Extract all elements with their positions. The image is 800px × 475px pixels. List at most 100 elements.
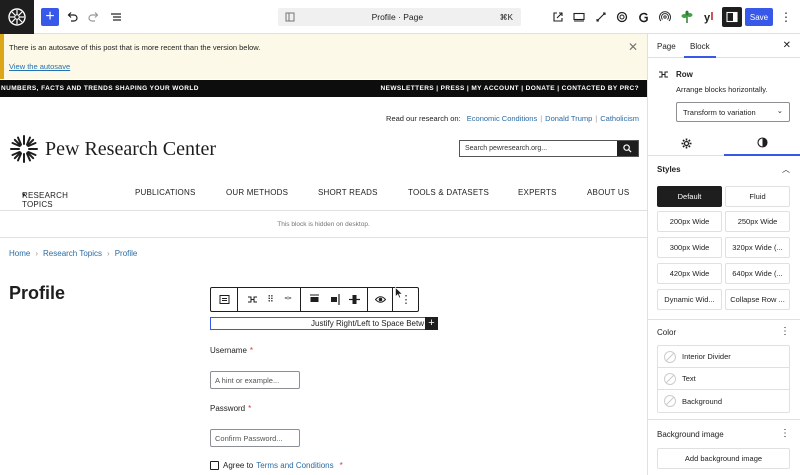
- style-250px-wide[interactable]: 250px Wide: [725, 211, 790, 232]
- breadcrumb-profile[interactable]: Profile: [115, 249, 138, 258]
- block-visibility-button[interactable]: [369, 288, 391, 311]
- nav-item-short-reads[interactable]: SHORT READS: [318, 188, 378, 197]
- settings-sidebar-toggle[interactable]: [722, 7, 742, 27]
- svg-text:y: y: [704, 12, 711, 24]
- style-640px-wide[interactable]: 640px Wide (...: [725, 263, 790, 284]
- block-inserter-button[interactable]: +: [41, 8, 59, 26]
- redo-button[interactable]: [84, 7, 104, 27]
- dismiss-notice-icon[interactable]: ✕: [628, 40, 638, 54]
- view-autosave-link[interactable]: View the autosave: [9, 62, 70, 71]
- save-button[interactable]: Save: [745, 8, 773, 26]
- zoom-out-button[interactable]: [591, 7, 611, 27]
- style-200px-wide[interactable]: 200px Wide: [657, 211, 722, 232]
- breadcrumb-research-topics[interactable]: Research Topics: [43, 249, 102, 258]
- add-background-image-button[interactable]: Add background image: [657, 448, 790, 469]
- password-label: Password *: [210, 404, 251, 413]
- styles-panel-title[interactable]: Styles: [657, 165, 681, 174]
- style-dynamic-width[interactable]: Dynamic Wid...: [657, 289, 722, 310]
- row-icon: [658, 69, 669, 82]
- list-view-icon: [111, 13, 121, 21]
- shortcut-hint: ⌘K: [499, 12, 513, 22]
- chevron-right-icon: ›: [35, 249, 39, 258]
- options-menu-button[interactable]: ⋮: [776, 7, 796, 27]
- plugin-jetpack-button[interactable]: [677, 7, 697, 27]
- empty-swatch-icon: [664, 350, 676, 363]
- yoast-seo-button[interactable]: y: [699, 7, 719, 27]
- site-search[interactable]: Search pewresearch.org...: [459, 140, 639, 157]
- color-item-text[interactable]: Text: [658, 368, 789, 390]
- more-vertical-icon[interactable]: ⋮: [780, 326, 790, 337]
- terms-link[interactable]: Terms and Conditions: [256, 461, 333, 470]
- document-overview-button[interactable]: [106, 7, 126, 27]
- password-input[interactable]: Confirm Password...: [210, 429, 300, 447]
- block-description: Arrange blocks horizontally.: [676, 85, 768, 94]
- username-input[interactable]: A hint or example...: [210, 371, 300, 389]
- site-utility-links[interactable]: NEWSLETTERS | PRESS | MY ACCOUNT | DONAT…: [381, 85, 639, 92]
- eye-icon: [374, 296, 386, 303]
- justify-right-icon: [330, 294, 340, 305]
- caret-down-icon: ▾: [22, 192, 26, 199]
- plugin-broadcast-button[interactable]: [655, 7, 675, 27]
- plugin-block-editor-button[interactable]: [634, 7, 654, 27]
- site-search-button[interactable]: [617, 141, 638, 156]
- nav-item-our-methods[interactable]: OUR METHODS: [226, 188, 288, 197]
- sidebar-tabs: Page Block ✕: [648, 34, 800, 58]
- style-collapse-row[interactable]: Collapse Row ...: [725, 289, 790, 310]
- chevron-down-icon[interactable]: ﹀: [285, 298, 292, 305]
- style-420px-wide[interactable]: 420px Wide: [657, 263, 722, 284]
- parent-block-button[interactable]: [211, 288, 238, 311]
- nav-item-about-us[interactable]: ABOUT US: [587, 188, 629, 197]
- terms-checkbox-row: Agree to Terms and Conditions *: [210, 461, 343, 470]
- pew-research-logo[interactable]: Pew Research Center: [9, 134, 216, 164]
- more-vertical-icon[interactable]: ⋮: [780, 428, 790, 439]
- color-item-interior-divider[interactable]: Interior Divider: [658, 346, 789, 368]
- justify-right-button[interactable]: [324, 288, 344, 311]
- panel-divider: [648, 319, 800, 320]
- tab-styles[interactable]: [724, 130, 800, 156]
- selected-row-block[interactable]: Justify Right/Left to Space Betw +: [210, 317, 438, 330]
- close-sidebar-icon[interactable]: ✕: [783, 40, 791, 51]
- color-item-background[interactable]: Background: [658, 390, 789, 412]
- style-fluid[interactable]: Fluid: [725, 186, 790, 207]
- device-preview-button[interactable]: [569, 7, 589, 27]
- drag-handle-icon: ⠿: [267, 294, 274, 304]
- command-palette-button[interactable]: Profile · Page ⌘K: [278, 8, 521, 26]
- background-image-title: Background image: [657, 430, 724, 439]
- breadcrumb-home[interactable]: Home: [9, 249, 30, 258]
- nav-item-tools-datasets[interactable]: TOOLS & DATASETS: [408, 188, 489, 197]
- undo-button[interactable]: [62, 7, 82, 27]
- page-title[interactable]: Profile: [9, 283, 65, 304]
- topic-link-economic-conditions[interactable]: Economic Conditions: [467, 114, 537, 123]
- row-text[interactable]: Justify Right/Left to Space Betw: [311, 319, 424, 328]
- vertical-align-button[interactable]: [344, 288, 364, 311]
- site-search-input[interactable]: Search pewresearch.org...: [460, 141, 617, 156]
- tab-page[interactable]: Page: [657, 42, 676, 51]
- nav-item-experts[interactable]: EXPERTS: [518, 188, 557, 197]
- chevron-up-icon[interactable]: ︿: [782, 164, 790, 175]
- drag-handle[interactable]: ⠿: [262, 288, 278, 311]
- tab-block[interactable]: Block: [684, 42, 716, 58]
- nav-label: RESEARCH TOPICS: [22, 191, 69, 209]
- topic-link-catholicism[interactable]: Catholicism: [600, 114, 639, 123]
- transform-variation-select[interactable]: Transform to variation ⌄: [676, 102, 790, 122]
- justify-button[interactable]: [304, 288, 324, 311]
- editor-top-toolbar: + Profile · Page ⌘K y Save ⋮: [0, 0, 800, 34]
- style-320px-wide[interactable]: 320px Wide (...: [725, 237, 790, 258]
- add-block-plus-icon[interactable]: +: [425, 317, 438, 330]
- move-up-down-buttons[interactable]: ︿ ﹀: [278, 288, 298, 311]
- nav-item-publications[interactable]: PUBLICATIONS: [135, 188, 196, 197]
- style-default[interactable]: Default: [657, 186, 722, 207]
- required-asterisk: *: [339, 461, 343, 470]
- view-page-button[interactable]: [548, 7, 568, 27]
- plugin-support-button[interactable]: [612, 7, 632, 27]
- tab-settings[interactable]: [648, 130, 724, 156]
- block-type-button[interactable]: [242, 288, 262, 311]
- hidden-on-desktop-block[interactable]: This block is hidden on desktop.: [0, 210, 647, 238]
- style-300px-wide[interactable]: 300px Wide: [657, 237, 722, 258]
- terms-checkbox[interactable]: [210, 461, 219, 470]
- topic-link-donald-trump[interactable]: Donald Trump: [545, 114, 592, 123]
- wordpress-logo-button[interactable]: [0, 0, 34, 34]
- external-link-icon: [553, 12, 563, 22]
- color-label: Background: [682, 396, 723, 406]
- select-value: Transform to variation: [683, 108, 756, 117]
